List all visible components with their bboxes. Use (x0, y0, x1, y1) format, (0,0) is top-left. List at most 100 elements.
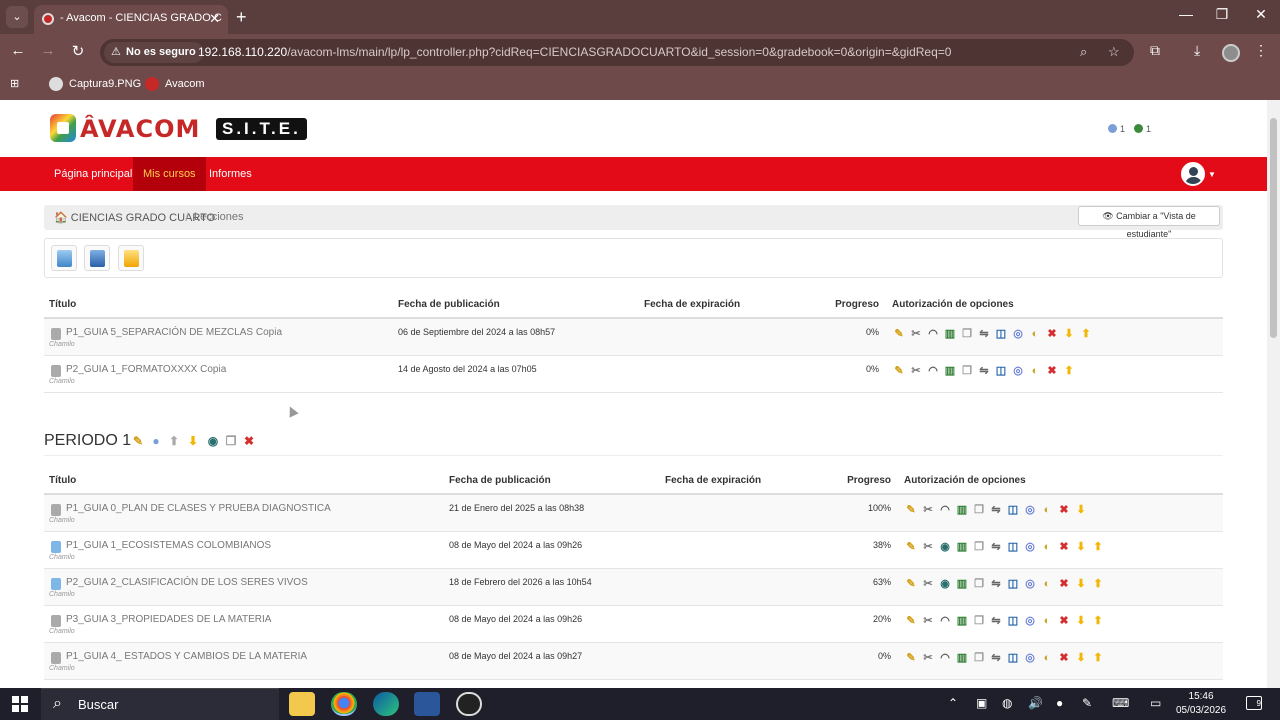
url-text[interactable]: 192.168.110.220/avacom-lms/main/lp/lp_co… (198, 39, 951, 66)
pen-icon[interactable]: ✎ (1082, 696, 1092, 710)
export-icon[interactable]: ◐ (1040, 540, 1054, 554)
new-tab-button[interactable]: + (236, 7, 247, 27)
stats-chart-icon[interactable]: ▥ (955, 540, 969, 554)
omnibox[interactable]: No es seguro 192.168.110.220/avacom-lms/… (100, 39, 1134, 66)
share-network-icon[interactable]: ⇋ (989, 577, 1003, 591)
messages-indicator[interactable]: 1 (1134, 124, 1151, 134)
windows-start-icon[interactable] (12, 696, 28, 712)
user-icon[interactable]: ● (149, 434, 163, 448)
edit-pencil-icon[interactable]: ✎ (904, 651, 918, 665)
visibility-eye-icon[interactable]: ◉ (938, 540, 952, 554)
stats-chart-icon[interactable]: ▥ (955, 614, 969, 628)
export-icon[interactable]: ◐ (1040, 614, 1054, 628)
notifications-icon[interactable]: 9 (1246, 696, 1262, 710)
obs-recorder-icon[interactable] (456, 692, 482, 716)
sync-icon[interactable]: ◎ (1023, 540, 1037, 554)
export-icon[interactable]: ◐ (1028, 327, 1042, 341)
layout-view-icon[interactable]: ◫ (994, 327, 1008, 341)
microphone-icon[interactable]: ● (1056, 696, 1063, 710)
page-scrollbar[interactable] (1267, 100, 1280, 688)
volume-icon[interactable]: 🔊 (1028, 696, 1043, 710)
nav-reports[interactable]: Informes (199, 157, 262, 191)
chevron-down-icon[interactable]: ▼ (1208, 170, 1216, 179)
export-icon[interactable]: ◐ (1040, 503, 1054, 517)
settings-tools-icon[interactable]: ✂ (921, 540, 935, 554)
col-progress[interactable]: Progreso (810, 468, 899, 495)
not-secure-chip[interactable]: No es seguro (104, 42, 204, 63)
share-network-icon[interactable]: ⇋ (989, 614, 1003, 628)
move-up-arrow-icon[interactable]: ⬆ (1091, 577, 1105, 591)
copy-icon[interactable]: ❐ (224, 434, 238, 448)
import-lesson-button[interactable] (84, 245, 110, 271)
copy-icon[interactable]: ❐ (972, 614, 986, 628)
visibility-hidden-icon[interactable]: ◠ (926, 364, 940, 378)
arrow-down-icon[interactable]: ⬇ (186, 434, 200, 448)
copy-icon[interactable]: ❐ (972, 503, 986, 517)
settings-tools-icon[interactable]: ✂ (921, 614, 935, 628)
sync-icon[interactable]: ◎ (1023, 577, 1037, 591)
col-title[interactable]: Título (44, 292, 393, 319)
delete-x-icon[interactable]: ✖ (1057, 503, 1071, 517)
visibility-eye-icon[interactable]: ◉ (938, 577, 952, 591)
nav-home[interactable]: Página principal (44, 157, 142, 191)
system-clock[interactable]: 15:46 05/03/2026 (1176, 690, 1226, 718)
col-progress[interactable]: Progreso (795, 292, 887, 319)
sync-icon[interactable]: ◎ (1023, 651, 1037, 665)
layout-view-icon[interactable]: ◫ (1006, 503, 1020, 517)
scrollbar-thumb[interactable] (1270, 118, 1277, 338)
delete-x-icon[interactable]: ✖ (1057, 577, 1071, 591)
export-icon[interactable]: ◐ (1028, 364, 1042, 378)
col-title[interactable]: Título (44, 468, 444, 495)
export-icon[interactable]: ◐ (1040, 577, 1054, 591)
back-arrow-icon[interactable]: ← (8, 42, 28, 59)
copy-icon[interactable]: ❐ (972, 540, 986, 554)
nav-my-courses[interactable]: Mis cursos (133, 157, 206, 191)
settings-tools-icon[interactable]: ✂ (921, 503, 935, 517)
copy-icon[interactable]: ❐ (972, 651, 986, 665)
layout-view-icon[interactable]: ◫ (1006, 540, 1020, 554)
share-network-icon[interactable]: ⇋ (989, 503, 1003, 517)
downloads-icon[interactable]: ⤓ (1194, 42, 1200, 59)
move-down-arrow-icon[interactable]: ⬇ (1074, 577, 1088, 591)
edit-pencil-icon[interactable]: ✎ (904, 614, 918, 628)
extensions-icon[interactable]: ⧉ (1150, 42, 1160, 59)
copy-icon[interactable]: ❐ (960, 364, 974, 378)
sync-icon[interactable]: ◎ (1023, 614, 1037, 628)
stats-chart-icon[interactable]: ▥ (943, 364, 957, 378)
export-icon[interactable]: ◐ (1040, 651, 1054, 665)
new-lesson-button[interactable] (51, 245, 77, 271)
lesson-title-link[interactable]: P2_GUIA 1_FORMATOXXXX Copia (66, 364, 226, 375)
browser-tab[interactable]: - Avacom - CIENCIAS GRADO C ✕ (34, 5, 228, 34)
close-window-icon[interactable]: ✕ (1251, 6, 1271, 23)
edit-pencil-icon[interactable]: ✎ (904, 540, 918, 554)
delete-x-icon[interactable]: ✖ (1045, 364, 1059, 378)
apps-grid-icon[interactable]: ⊞ (10, 76, 19, 92)
edit-pencil-icon[interactable]: ✎ (892, 327, 906, 341)
profile-avatar[interactable] (1222, 44, 1240, 62)
stats-chart-icon[interactable]: ▥ (943, 327, 957, 341)
move-up-arrow-icon[interactable]: ⬆ (1091, 651, 1105, 665)
edge-icon[interactable] (373, 692, 399, 716)
delete-x-icon[interactable]: ✖ (1057, 540, 1071, 554)
lesson-title-link[interactable]: P1_GUIA 0_PLAN DE CLASES Y PRUEBA DIAGNO… (66, 503, 331, 514)
tab-search-chevron-icon[interactable]: ⌄ (6, 6, 28, 28)
delete-x-icon[interactable]: ✖ (1045, 327, 1059, 341)
breadcrumb-course[interactable]: 🏠 CIENCIAS GRADO CUARTO (54, 211, 215, 224)
bookmark-item[interactable]: Captura9.PNG (49, 76, 141, 92)
zoom-search-icon[interactable]: ⌕ (1080, 44, 1087, 60)
arrow-up-icon[interactable]: ⬆ (167, 434, 181, 448)
move-up-arrow-icon[interactable]: ⬆ (1062, 364, 1076, 378)
col-expiry[interactable]: Fecha de expiración (660, 468, 810, 495)
layout-view-icon[interactable]: ◫ (1006, 614, 1020, 628)
lesson-title-link[interactable]: P1_GUIA 5_SEPARACIÓN DE MEZCLAS Copia (66, 327, 282, 338)
word-icon[interactable] (414, 692, 440, 716)
taskbar-search[interactable]: ⌕ Buscar (41, 688, 279, 720)
visibility-hidden-icon[interactable]: ◠ (938, 651, 952, 665)
col-published[interactable]: Fecha de publicación (393, 292, 639, 319)
delete-x-icon[interactable]: ✖ (1057, 651, 1071, 665)
share-network-icon[interactable]: ⇋ (989, 651, 1003, 665)
edit-pencil-icon[interactable]: ✎ (131, 434, 145, 448)
new-folder-button[interactable] (118, 245, 144, 271)
visibility-hidden-icon[interactable]: ◠ (938, 614, 952, 628)
move-down-arrow-icon[interactable]: ⬇ (1074, 540, 1088, 554)
